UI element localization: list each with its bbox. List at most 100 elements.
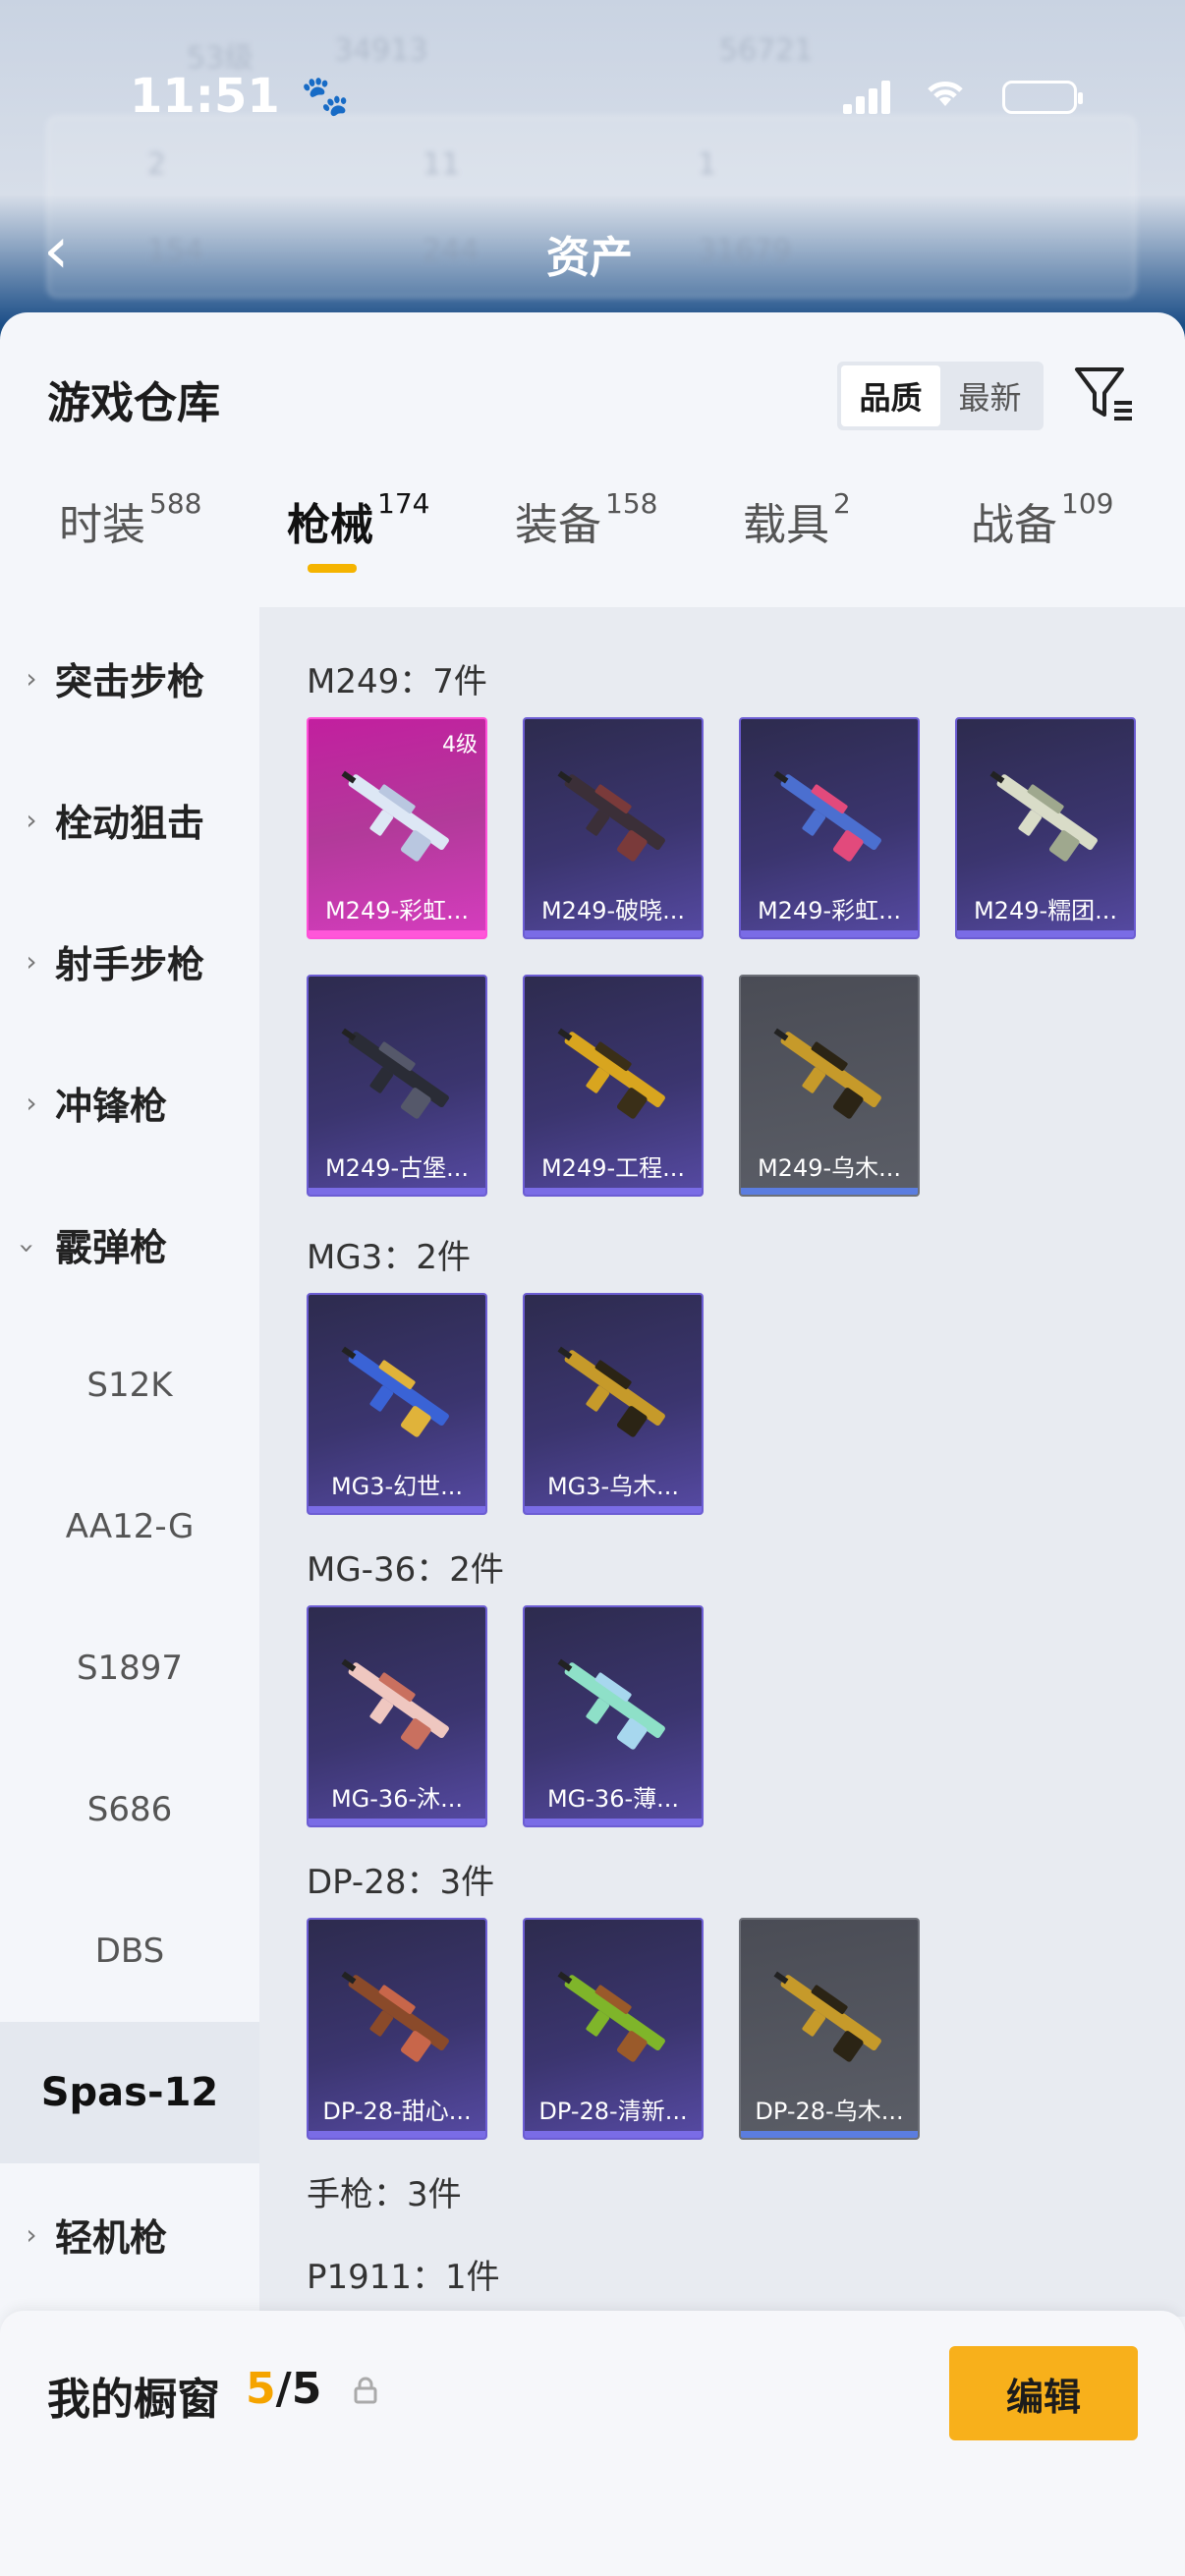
weapon-icon — [557, 770, 665, 862]
weapon-card[interactable]: M249-破晓... — [523, 717, 704, 939]
weapon-grid: M249：7件 MG3：2件 MG-36：2件 DP-28：3件 手枪：3件 P… — [259, 607, 1185, 2317]
rarity-bar — [525, 2131, 702, 2138]
weapon-card[interactable]: M249-糯团... — [955, 717, 1136, 939]
subcategory-item[interactable]: S1897 — [0, 1597, 259, 1739]
bg-stat-1: 34913 — [334, 33, 428, 68]
rarity-bar — [525, 1819, 702, 1825]
category-tabs: 时装 588 枪械 174 装备 158 载具 2 战备 109 — [0, 487, 1185, 588]
weapon-card[interactable]: M249-乌木... — [739, 975, 920, 1197]
category-assault-rifle[interactable]: › 突击步枪 — [0, 607, 259, 749]
group-title: M249：7件 — [307, 662, 487, 701]
weapon-card[interactable]: MG-36-薄... — [523, 1605, 704, 1827]
tab-supplies[interactable]: 战备 109 — [971, 487, 1113, 552]
chevron-down-icon: › — [11, 1242, 44, 1254]
showcase-label: 我的橱窗 — [47, 2375, 220, 2425]
weapon-name: M249-古堡... — [324, 1154, 470, 1182]
showcase-count: 5/5 — [246, 2364, 321, 2414]
sort-quality-option[interactable]: 品质 — [841, 365, 940, 426]
weapon-card[interactable]: M249-工程... — [523, 975, 704, 1197]
page-title: 资产 — [546, 233, 633, 283]
tab-label: 载具 — [743, 500, 829, 550]
weapon-card[interactable]: M249-彩虹... — [739, 717, 920, 939]
tab-vehicles[interactable]: 载具 2 — [743, 487, 851, 552]
weapon-name: M249-乌木... — [757, 1154, 902, 1182]
chevron-right-icon: › — [26, 944, 37, 978]
category-label: 突击步枪 — [55, 659, 205, 703]
weapon-name: DP-28-甜心... — [322, 2098, 472, 2125]
subcategory-item[interactable]: AA12-G — [0, 1456, 259, 1597]
edit-button[interactable]: 编辑 — [949, 2346, 1138, 2440]
weapon-name: M249-工程... — [540, 1154, 686, 1182]
weapon-name: DP-28-乌木... — [755, 2098, 904, 2125]
category-dmr[interactable]: › 射手步枪 — [0, 890, 259, 1032]
paw-icon: 🐾 — [301, 74, 350, 119]
category-smg[interactable]: › 冲锋枪 — [0, 1032, 259, 1173]
category-shotgun[interactable]: › 霰弹枪 — [0, 1173, 259, 1315]
filter-icon[interactable] — [1071, 362, 1136, 426]
signal-icon — [843, 79, 892, 114]
category-sidebar: › 突击步枪 › 栓动狙击 › 射手步枪 › 冲锋枪 › 霰弹枪 S12K AA… — [0, 607, 259, 2317]
tab-equipment[interactable]: 装备 158 — [515, 487, 658, 552]
rarity-bar — [525, 1506, 702, 1513]
weapon-card[interactable]: MG3-乌木... — [523, 1293, 704, 1515]
group-title: DP-28：3件 — [307, 1863, 495, 1902]
subcategory-item[interactable]: S686 — [0, 1739, 259, 1880]
weapon-card[interactable]: M249-古堡... — [307, 975, 487, 1197]
level-badge: 4级 — [442, 733, 478, 757]
battery-icon — [1002, 81, 1083, 114]
rarity-bar — [741, 2131, 918, 2138]
weapon-card[interactable]: DP-28-乌木... — [739, 1918, 920, 2140]
subcategory-item[interactable]: S12K — [0, 1315, 259, 1456]
tab-label: 时装 — [59, 500, 145, 550]
active-tab-indicator — [308, 564, 357, 573]
tab-count: 588 — [149, 487, 202, 520]
rarity-bar — [957, 930, 1134, 937]
category-label: 射手步枪 — [55, 942, 205, 986]
weapon-card[interactable]: 4级 M249-彩虹... — [307, 717, 487, 939]
rarity-bar — [309, 1188, 485, 1195]
bg-stat-3: 2 — [147, 147, 167, 182]
sort-toggle: 品质 最新 — [837, 362, 1044, 430]
weapon-name: MG3-幻世... — [330, 1473, 464, 1500]
weapon-name: M249-糯团... — [973, 897, 1118, 924]
back-arrow-icon[interactable]: ‹ — [43, 218, 69, 283]
bg-stat-8: 31679 — [698, 234, 792, 268]
group-title: MG-36：2件 — [307, 1550, 504, 1590]
bg-stat-6: 154 — [147, 234, 204, 268]
subcategory-item[interactable]: DBS — [0, 1880, 259, 2022]
category-label: 霰弹枪 — [55, 1225, 168, 1269]
rarity-bar — [309, 1506, 485, 1513]
weapon-card[interactable]: MG3-幻世... — [307, 1293, 487, 1515]
weapon-name: DP-28-清新... — [538, 2098, 688, 2125]
rarity-bar — [525, 930, 702, 937]
warehouse-sheet: 游戏仓库 品质 最新 时装 588 枪械 174 装备 158 载具 2 战备 … — [0, 312, 1185, 2576]
category-label: 冲锋枪 — [55, 1084, 168, 1128]
status-time: 11:51 — [130, 69, 280, 124]
sheet-title: 游戏仓库 — [47, 378, 220, 428]
subcategory-item-selected[interactable]: Spas-12 — [0, 2022, 259, 2163]
weapon-card[interactable]: MG-36-沐... — [307, 1605, 487, 1827]
weapon-name: M249-破晓... — [540, 897, 686, 924]
rarity-bar — [525, 1188, 702, 1195]
tab-count: 158 — [605, 487, 658, 520]
rarity-bar — [309, 930, 485, 937]
weapon-card[interactable]: DP-28-甜心... — [307, 1918, 487, 2140]
weapon-name: MG-36-薄... — [546, 1785, 680, 1813]
category-bolt-sniper[interactable]: › 栓动狙击 — [0, 749, 259, 890]
sort-newest-option[interactable]: 最新 — [940, 365, 1040, 426]
group-title: MG3：2件 — [307, 1238, 471, 1277]
tab-fashion[interactable]: 时装 588 — [59, 487, 202, 552]
wifi-icon — [922, 71, 969, 121]
rarity-bar — [741, 930, 918, 937]
weapon-icon — [773, 1971, 881, 2062]
chevron-right-icon: › — [26, 661, 37, 695]
category-label: 轻机枪 — [55, 2215, 168, 2260]
tab-label: 战备 — [971, 500, 1057, 550]
weapon-icon — [989, 770, 1098, 862]
weapon-card[interactable]: DP-28-清新... — [523, 1918, 704, 2140]
bg-stat-5: 1 — [698, 147, 717, 182]
weapon-icon — [341, 1346, 449, 1437]
tab-guns[interactable]: 枪械 174 — [287, 487, 429, 552]
category-lmg[interactable]: › 轻机枪 — [0, 2163, 259, 2305]
weapon-icon — [341, 1971, 449, 2062]
